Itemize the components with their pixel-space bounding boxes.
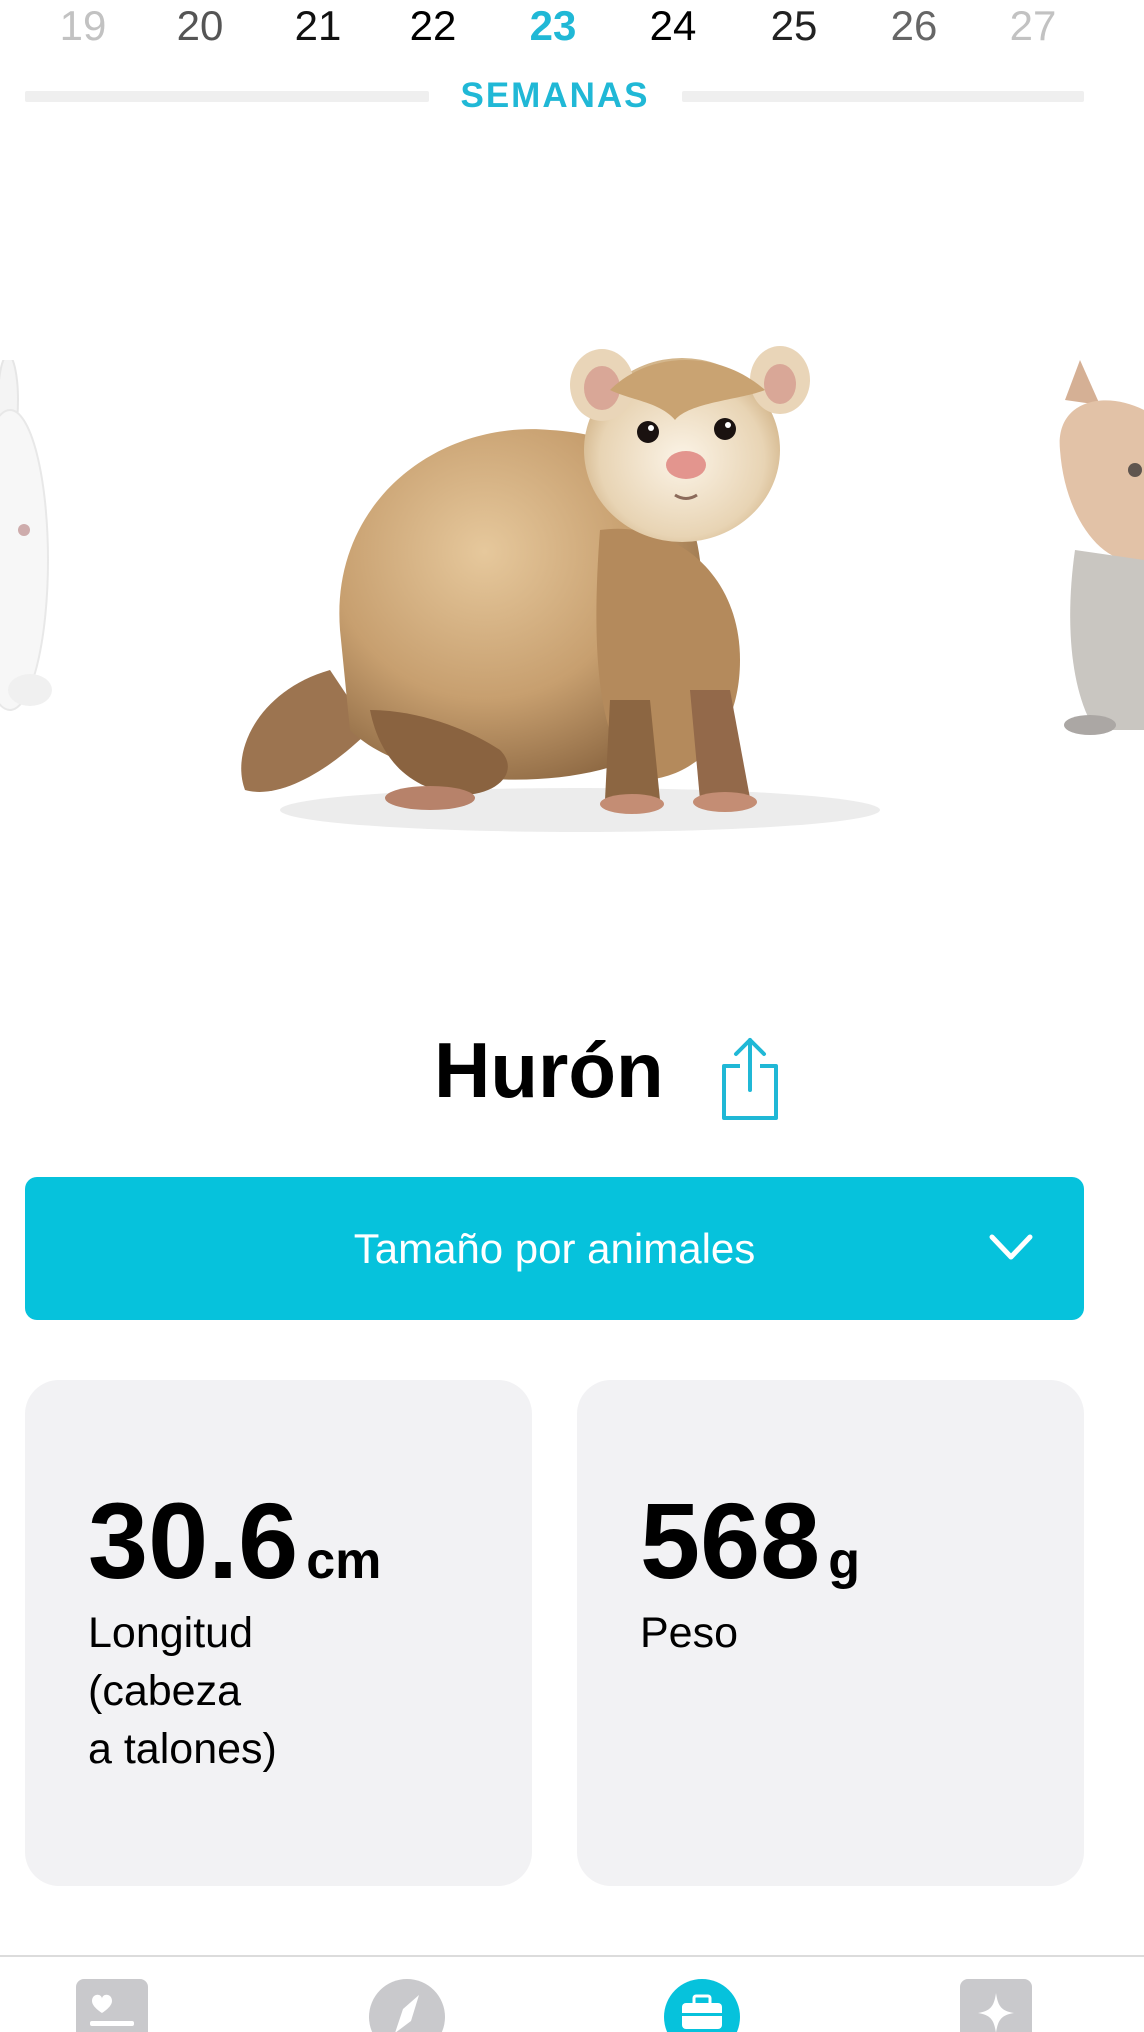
weight-card: 568 g Peso	[577, 1380, 1084, 1886]
size-comparison-dropdown[interactable]: Tamaño por animales	[25, 1177, 1084, 1320]
fox-illustration	[1059, 360, 1144, 735]
ferret-illustration	[241, 346, 880, 832]
week-24[interactable]: 24	[633, 2, 713, 50]
rabbit-illustration	[0, 360, 52, 711]
weight-unit: g	[828, 1532, 860, 1590]
weeks-rule-left	[25, 91, 429, 102]
compass-icon[interactable]	[367, 1977, 447, 2032]
journal-icon[interactable]	[72, 1977, 152, 2032]
week-selector: 19 20 21 22 23 24 25 26 27 SEMANAS	[0, 0, 1144, 115]
bottom-tab-bar	[0, 1955, 1144, 2032]
weight-label: Peso	[640, 1609, 739, 1657]
weeks-label: SEMANAS	[460, 76, 650, 115]
week-23-selected[interactable]: 23	[513, 2, 593, 50]
animal-title-row: Hurón	[0, 1020, 1144, 1120]
chevron-down-icon	[989, 1234, 1033, 1260]
weight-value-row: 568 g	[640, 1486, 860, 1616]
animal-name: Hurón	[434, 1026, 664, 1114]
week-20[interactable]: 20	[160, 2, 240, 50]
week-25[interactable]: 25	[754, 2, 834, 50]
week-19[interactable]: 19	[43, 2, 123, 50]
share-icon[interactable]	[720, 1036, 780, 1122]
length-card: 30.6 cm Longitud (cabeza a talones)	[25, 1380, 532, 1886]
briefcase-icon[interactable]	[662, 1977, 742, 2032]
sparkle-icon[interactable]	[956, 1977, 1036, 2032]
week-22[interactable]: 22	[393, 2, 473, 50]
length-value: 30.6	[88, 1480, 299, 1601]
week-21[interactable]: 21	[278, 2, 358, 50]
week-26[interactable]: 26	[874, 2, 954, 50]
week-27[interactable]: 27	[993, 2, 1073, 50]
weight-value: 568	[640, 1480, 821, 1601]
length-unit: cm	[306, 1532, 382, 1590]
length-label: Longitud (cabeza a talones)	[88, 1609, 277, 1773]
weeks-rule-right	[682, 91, 1084, 102]
dropdown-label: Tamaño por animales	[353, 1225, 756, 1272]
animal-carousel[interactable]	[0, 260, 1144, 960]
length-value-row: 30.6 cm	[88, 1486, 381, 1616]
